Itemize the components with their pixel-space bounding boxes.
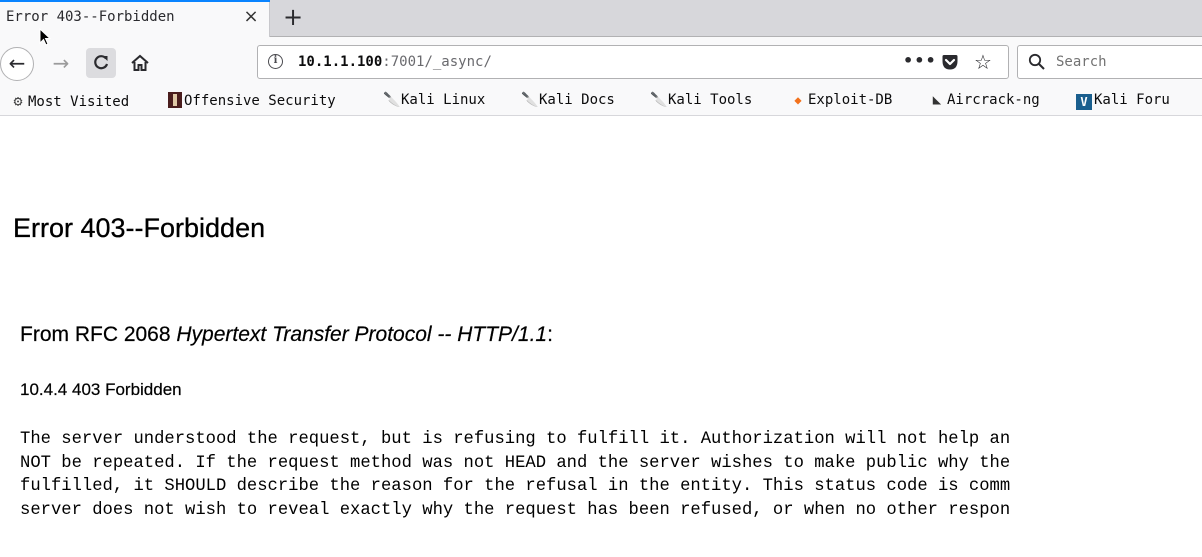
rfc-heading: From RFC 2068 Hypertext Transfer Protoco… xyxy=(20,323,553,347)
search-input[interactable]: Search xyxy=(1056,54,1107,70)
rfc-title: Hypertext Transfer Protocol -- HTTP/1.1 xyxy=(176,323,548,346)
bookmark-label: Kali Docs xyxy=(539,92,615,108)
bookmark-label: Kali Tools xyxy=(668,92,753,108)
browser-window: Error 403--Forbidden × + ← → i 10.1.1.10… xyxy=(0,0,1202,557)
bookmark-kali-tools[interactable]: 🔪Kali Tools xyxy=(650,92,752,110)
description-line: The server understood the request, but i… xyxy=(20,430,1011,449)
bookmark-label: Kali Foru xyxy=(1094,92,1170,108)
mouse-cursor-icon xyxy=(39,27,52,50)
description-line: fulfilled, it SHOULD describe the reason… xyxy=(20,477,1011,496)
bookmark-label: Most Visited xyxy=(28,94,130,110)
home-icon xyxy=(131,54,149,71)
tab-title: Error 403--Forbidden xyxy=(6,9,175,25)
bookmark-star-icon[interactable]: ☆ xyxy=(974,50,992,74)
reload-icon xyxy=(94,55,109,70)
bookmark-label: Offensive Security xyxy=(184,93,336,109)
aircrack-icon: ◣ xyxy=(932,92,942,108)
exploit-db-icon: ◆ xyxy=(794,93,802,107)
site-info-icon[interactable]: i xyxy=(268,54,283,69)
back-button[interactable]: ← xyxy=(0,47,34,81)
url-path: :7001/_async/ xyxy=(382,54,492,70)
error-description: The server understood the request, but i… xyxy=(20,428,1010,522)
bookmark-aircrack-ng[interactable]: ◣ Aircrack-ng xyxy=(929,92,1040,110)
gear-icon: ⚙ xyxy=(13,92,23,110)
tab-close-icon[interactable]: × xyxy=(240,6,262,28)
page-title: Error 403--Forbidden xyxy=(13,213,266,243)
rfc-prefix: From RFC 2068 xyxy=(20,323,177,346)
bookmark-kali-forums[interactable]: V Kali Foru xyxy=(1076,92,1170,110)
bookmark-label: Exploit-DB xyxy=(808,92,893,108)
bookmark-label: Kali Linux xyxy=(401,92,486,108)
kali-forum-icon: V xyxy=(1076,94,1092,110)
description-line: NOT be repeated. If the request method w… xyxy=(20,453,1011,473)
kali-dragon-icon: 🔪 xyxy=(650,92,668,108)
home-button[interactable] xyxy=(125,48,155,78)
kali-dragon-icon: 🔪 xyxy=(383,92,401,108)
url-bar[interactable]: i 10.1.1.100:7001/_async/ ••• ☆ xyxy=(257,45,1009,79)
page-actions-menu-icon[interactable]: ••• xyxy=(903,51,937,70)
bookmark-exploit-db[interactable]: ◆ Exploit-DB xyxy=(790,92,892,110)
reload-button[interactable] xyxy=(86,48,116,78)
bookmarks-toolbar: ⚙ Most Visited Offensive Security 🔪Kali L… xyxy=(0,87,1202,116)
search-bar[interactable]: Search xyxy=(1017,45,1202,79)
kali-dragon-icon: 🔪 xyxy=(521,92,539,108)
bookmark-kali-linux[interactable]: 🔪Kali Linux xyxy=(383,92,485,110)
page-content: Error 403--Forbidden From RFC 2068 Hyper… xyxy=(0,117,1202,557)
tab-bar: Error 403--Forbidden × + xyxy=(0,0,1202,37)
rfc-suffix: : xyxy=(547,323,553,346)
pocket-icon[interactable] xyxy=(941,54,959,75)
bookmark-label: Aircrack-ng xyxy=(947,92,1040,108)
search-icon xyxy=(1028,53,1046,75)
bookmark-most-visited[interactable]: ⚙ Most Visited xyxy=(10,92,129,110)
tab-active-indicator xyxy=(0,0,270,2)
navigation-toolbar: ← → i 10.1.1.100:7001/_async/ ••• ☆ Sear… xyxy=(0,37,1202,87)
section-heading: 10.4.4 403 Forbidden xyxy=(20,380,182,399)
description-line: server does not wish to reveal exactly w… xyxy=(20,500,1011,520)
url-text[interactable]: 10.1.1.100:7001/_async/ xyxy=(298,54,492,70)
offsec-icon xyxy=(168,92,182,108)
bookmark-kali-docs[interactable]: 🔪Kali Docs xyxy=(521,92,615,110)
bookmark-offensive-security[interactable]: Offensive Security xyxy=(168,92,336,110)
forward-button[interactable]: → xyxy=(46,48,76,78)
new-tab-button[interactable]: + xyxy=(279,4,307,32)
url-host: 10.1.1.100 xyxy=(298,54,383,70)
